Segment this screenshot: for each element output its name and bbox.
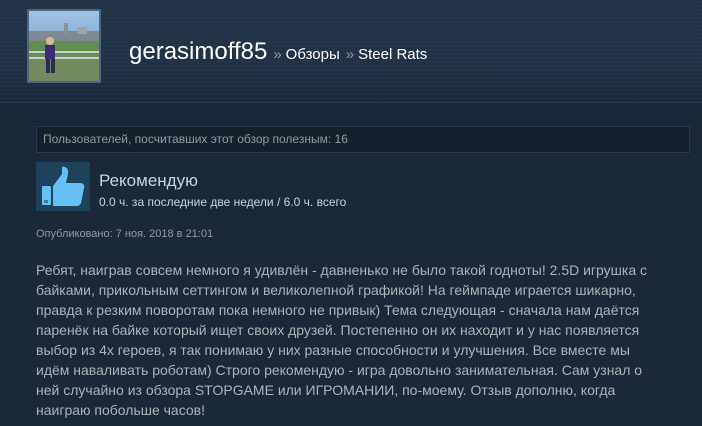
reviews-link[interactable]: Обзоры: [286, 46, 340, 63]
playtime: 0.0 ч. за последние две недели / 6.0 ч. …: [99, 195, 347, 209]
posted-date: Опубликовано: 7 ноя. 2018 в 21:01: [36, 228, 214, 240]
review-line: идём наваливать роботам) Строго рекоменд…: [36, 362, 643, 378]
game-link[interactable]: Steel Rats: [358, 46, 427, 63]
recommendation-title[interactable]: Рекомендую: [99, 171, 198, 191]
avatar-image: [29, 11, 99, 81]
review-line: наиграю побольше часов!: [36, 402, 205, 418]
profile-name-link[interactable]: gerasimoff85: [129, 38, 267, 66]
thumbs-up-icon: [42, 166, 85, 206]
breadcrumb-separator: »: [345, 46, 355, 63]
review-line: выбор из 4х героев, я так понимаю у них …: [36, 342, 630, 358]
breadcrumb: gerasimoff85 » Обзоры » Steel Rats: [129, 38, 427, 68]
review-line: паренёк на байке который ищет своих друз…: [36, 322, 640, 338]
review-line: байками, прикольным сеттингом и великоле…: [36, 282, 636, 298]
review-line: Ребят, наиграв совсем немного я удивлён …: [36, 262, 647, 278]
review-text: Ребят, наиграв совсем немного я удивлён …: [36, 260, 696, 420]
breadcrumb-separator: »: [273, 46, 282, 63]
profile-header: gerasimoff85 » Обзоры » Steel Rats: [0, 0, 702, 103]
recommendation-badge: [36, 162, 90, 211]
review-line: правда к резким поворотам пока немного н…: [36, 302, 640, 318]
helpful-count-bar: Пользователей, посчитавших этот обзор по…: [36, 126, 690, 153]
review-line: ней случайно из обзора STOPGAME или ИГРО…: [36, 382, 616, 398]
avatar[interactable]: [27, 9, 101, 83]
